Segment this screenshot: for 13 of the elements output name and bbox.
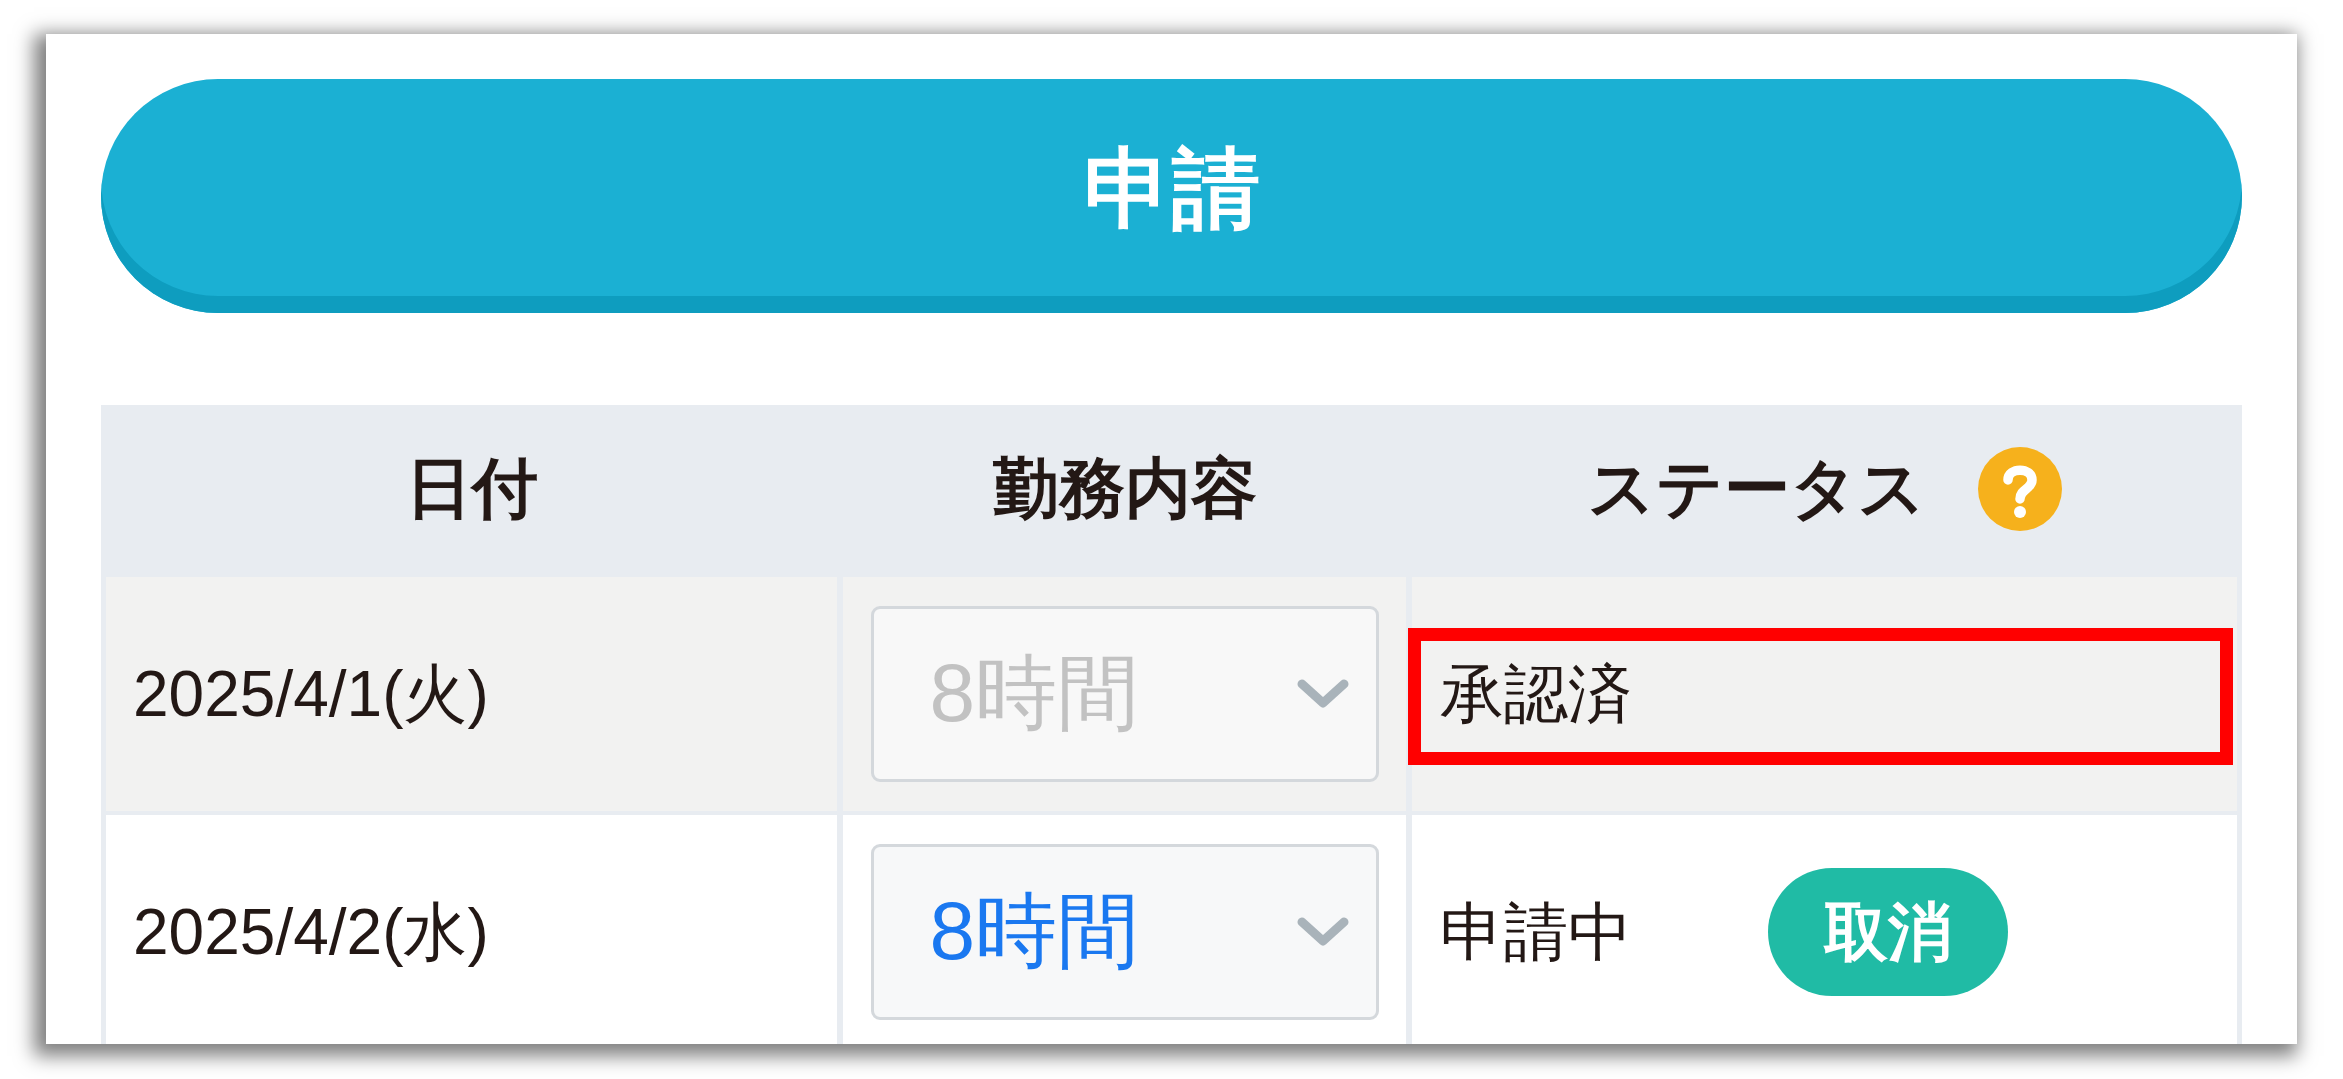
- column-header: 勤務内容: [992, 450, 1257, 527]
- hours-dropdown[interactable]: 8時間: [870, 844, 1379, 1020]
- cancel-button[interactable]: 取消: [1768, 868, 2008, 996]
- date-cell: 2025/4/2(水): [106, 815, 837, 1044]
- column-header: 日付: [405, 450, 538, 527]
- status-text: 承認済: [1440, 656, 1632, 732]
- column-header: ステータス: [1587, 450, 1926, 527]
- chevron-down-icon: [1295, 916, 1350, 948]
- date-cell: 2025/4/1(火): [106, 577, 837, 811]
- apply-button[interactable]: 申請: [101, 79, 2242, 313]
- help-icon[interactable]: [1977, 447, 2062, 531]
- status-text: 申請中: [1440, 894, 1632, 970]
- chevron-down-icon: [1295, 678, 1350, 710]
